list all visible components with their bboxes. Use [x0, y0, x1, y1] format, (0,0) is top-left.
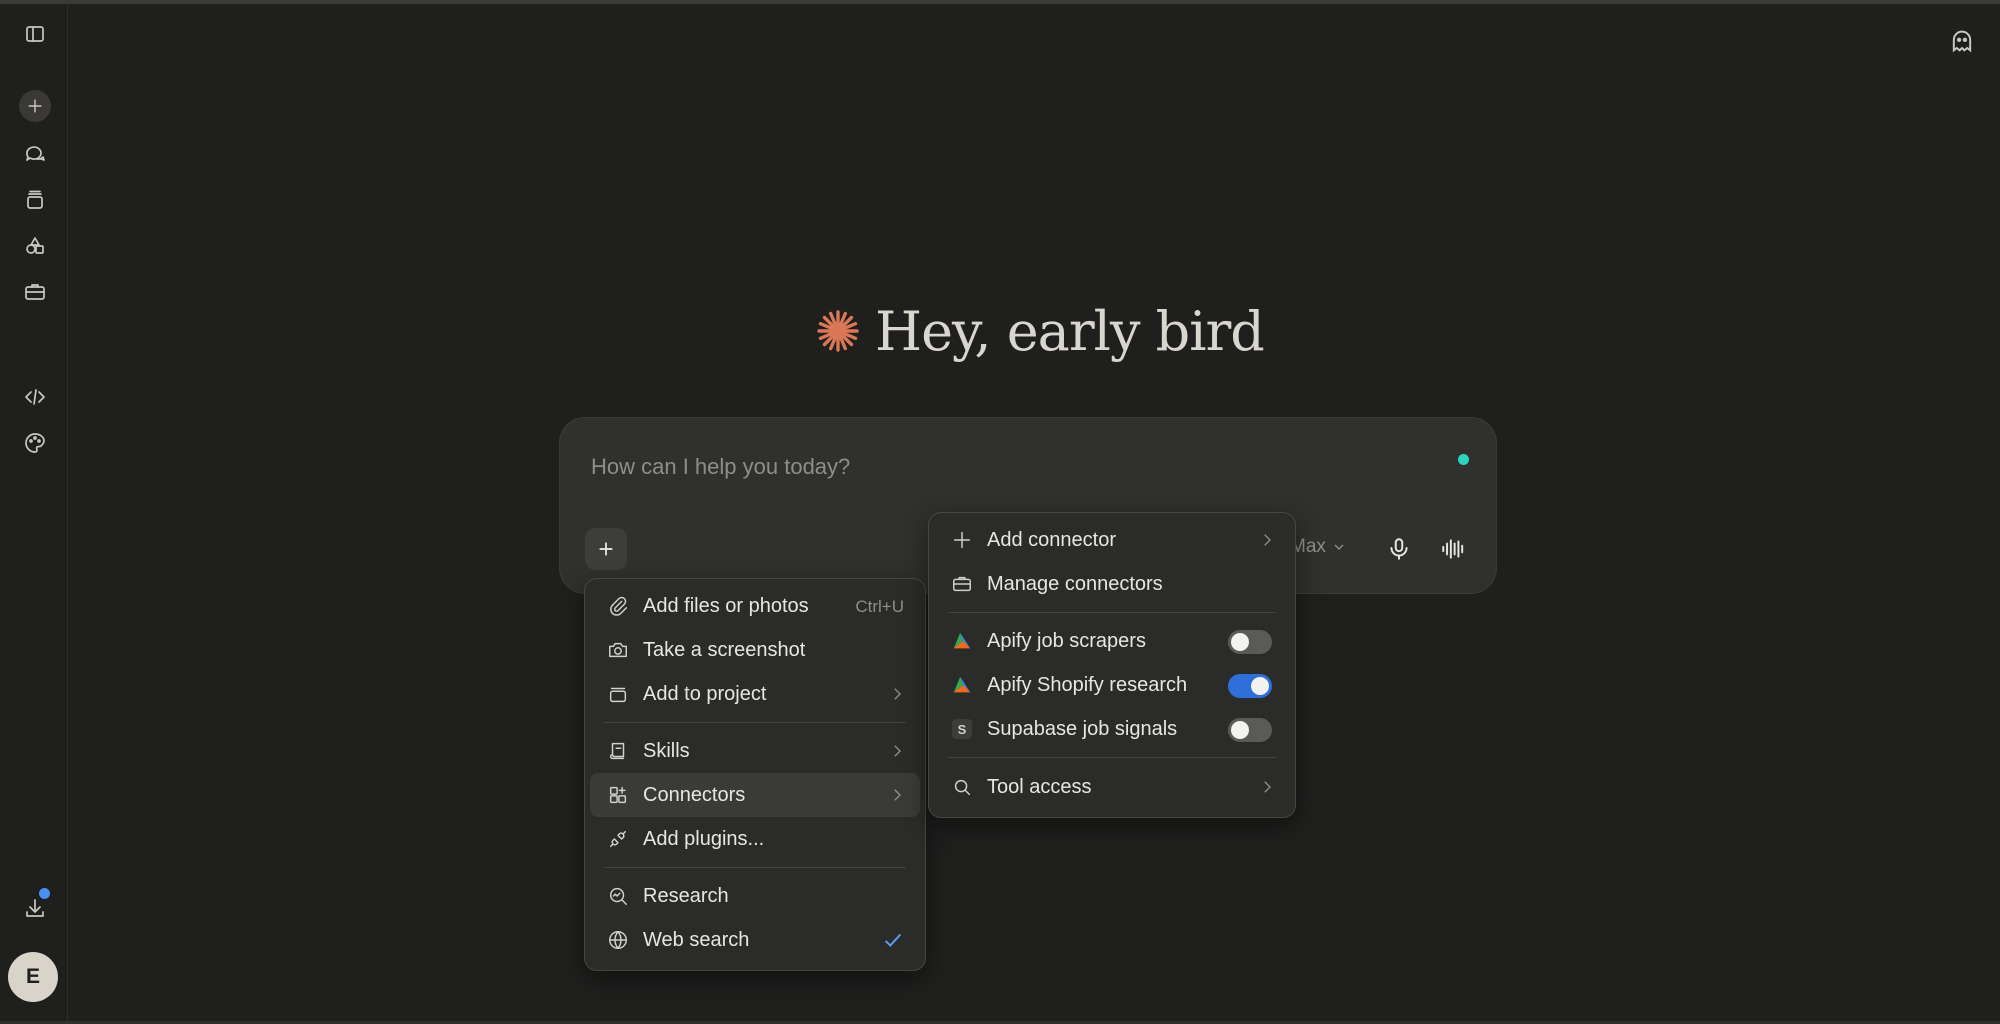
menu-item-label: Skills [643, 740, 690, 762]
briefcase-icon [25, 284, 45, 300]
greeting-text: Hey, early bird [875, 299, 1265, 363]
plug-icon [609, 830, 627, 848]
project-icon [609, 687, 627, 703]
briefcase-icon [953, 576, 971, 592]
menu-item-label: Add plugins... [643, 828, 765, 850]
connector-apify-shopify-research[interactable]: Apify Shopify research [934, 663, 1290, 707]
projects-button[interactable] [17, 182, 53, 218]
menu-item-take-screenshot[interactable]: Take a screenshot [590, 628, 920, 672]
menu-item-label: Apify job scrapers [987, 630, 1146, 652]
menu-item-label: Research [643, 885, 729, 907]
artifacts-button[interactable] [17, 228, 53, 264]
menu-divider [948, 612, 1276, 613]
incognito-button[interactable] [1945, 24, 1979, 58]
menu-divider [604, 722, 906, 723]
connectors-icon [609, 786, 627, 804]
download-icon [26, 899, 44, 917]
menu-item-add-plugins[interactable]: Add plugins... [590, 817, 920, 861]
menu-item-label: Take a screenshot [643, 639, 806, 661]
menu-item-label: Web search [643, 929, 750, 951]
chat-bubbles-icon [26, 146, 45, 161]
menu-item-label: Apify Shopify research [987, 674, 1188, 696]
menu-item-label: Add to project [643, 683, 767, 705]
projects-icon [27, 190, 43, 209]
plus-icon [953, 531, 971, 549]
sidebar-toggle-button[interactable] [17, 16, 53, 52]
shapes-icon [26, 237, 44, 254]
plus-icon [28, 99, 42, 113]
toggle-knob [1231, 721, 1249, 739]
microphone-icon [1390, 538, 1408, 560]
apify-icon [953, 632, 971, 649]
message-input[interactable] [589, 448, 1413, 486]
plus-icon [599, 542, 613, 556]
menu-item-add-to-project[interactable]: Add to project [590, 672, 920, 716]
menu-item-label: Manage connectors [987, 573, 1163, 595]
connector-toggle[interactable] [1228, 674, 1272, 698]
menu-item-web-search[interactable]: Web search [590, 918, 920, 962]
menu-item-skills[interactable]: Skills [590, 729, 920, 773]
attach-menu: Add files or photos Ctrl+U Take a screen… [584, 578, 926, 971]
menu-divider [948, 757, 1276, 758]
palette-icon [25, 433, 45, 453]
chevron-right-icon [894, 745, 901, 757]
toggle-knob [1251, 677, 1269, 695]
window-top-border [0, 0, 2000, 4]
s-badge-icon: S [952, 719, 972, 739]
download-button[interactable] [17, 888, 53, 926]
voice-mode-button[interactable] [1436, 532, 1470, 566]
menu-item-add-connector[interactable]: Add connector [934, 518, 1290, 562]
dictation-button[interactable] [1382, 532, 1416, 566]
avatar[interactable]: E [8, 952, 58, 1002]
chevron-right-icon [894, 789, 901, 801]
menu-item-label: Supabase job signals [987, 718, 1178, 740]
model-selector[interactable]: Max [1290, 536, 1347, 558]
chevron-right-icon [1264, 534, 1271, 546]
menu-item-tool-access[interactable]: Tool access [934, 765, 1290, 809]
camera-icon [609, 642, 627, 658]
tools-button[interactable] [17, 274, 53, 310]
menu-item-manage-connectors[interactable]: Manage connectors [934, 562, 1290, 606]
code-icon [25, 389, 45, 405]
menu-item-add-files[interactable]: Add files or photos Ctrl+U [590, 584, 920, 628]
search-icon [954, 779, 971, 796]
customize-button[interactable] [17, 425, 53, 461]
apify-icon [953, 676, 971, 693]
status-dot [1458, 454, 1469, 465]
ghost-icon [1952, 30, 1972, 53]
attach-button[interactable] [585, 528, 627, 570]
starburst-logo-icon [817, 310, 859, 352]
sidebar: E [0, 4, 68, 1021]
chats-button[interactable] [17, 136, 53, 172]
menu-item-label: Add files or photos [643, 595, 809, 617]
sidebar-toggle-icon [26, 26, 44, 42]
menu-item-connectors[interactable]: Connectors [590, 773, 920, 817]
connector-toggle[interactable] [1228, 630, 1272, 654]
menu-item-label: Tool access [987, 776, 1092, 798]
chevron-right-icon [1264, 781, 1271, 793]
connector-toggle[interactable] [1228, 718, 1272, 742]
checkmark-icon [884, 933, 902, 947]
chevron-right-icon [894, 688, 901, 700]
menu-item-label: Add connector [987, 529, 1116, 551]
globe-icon [609, 931, 627, 949]
chevron-down-icon [1334, 544, 1344, 550]
greeting: Hey, early bird [815, 296, 1265, 366]
research-icon [609, 887, 627, 905]
connectors-submenu: Add connector Manage connectors Apify jo… [928, 512, 1296, 818]
skills-icon [609, 742, 625, 760]
menu-divider [604, 867, 906, 868]
waveform-icon [1442, 539, 1464, 559]
toggle-knob [1231, 633, 1249, 651]
notification-dot [39, 888, 50, 899]
new-chat-button[interactable] [19, 90, 51, 122]
menu-item-label: Connectors [643, 784, 746, 806]
connector-apify-job-scrapers[interactable]: Apify job scrapers [934, 619, 1290, 663]
connector-supabase-job-signals[interactable]: S Supabase job signals [934, 707, 1290, 751]
shortcut-hint: Ctrl+U [855, 597, 904, 616]
paperclip-icon [610, 596, 627, 616]
menu-item-research[interactable]: Research [590, 874, 920, 918]
code-button[interactable] [17, 379, 53, 415]
